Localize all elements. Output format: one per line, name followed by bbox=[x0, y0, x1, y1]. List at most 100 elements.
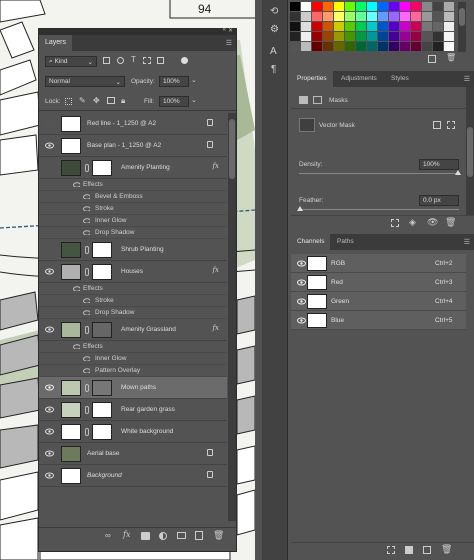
adjustment-layer-icon[interactable] bbox=[159, 532, 167, 540]
color-swatch[interactable] bbox=[367, 12, 377, 21]
lock-move-icon[interactable]: ✥ bbox=[93, 96, 100, 105]
eye-icon[interactable] bbox=[297, 298, 306, 305]
layer-mask-thumbnail[interactable] bbox=[92, 160, 112, 176]
color-swatch[interactable] bbox=[433, 22, 443, 31]
lock-transparent-icon[interactable] bbox=[65, 98, 72, 105]
color-swatch[interactable] bbox=[345, 22, 355, 31]
color-swatch[interactable] bbox=[378, 2, 388, 11]
eye-icon[interactable] bbox=[45, 268, 54, 275]
new-channel-icon[interactable] bbox=[423, 546, 431, 554]
eye-icon[interactable] bbox=[45, 450, 54, 457]
visibility-toggle[interactable] bbox=[45, 120, 53, 126]
layer-mask-thumbnail[interactable] bbox=[92, 322, 112, 338]
eye-icon[interactable] bbox=[45, 428, 54, 435]
opacity-input[interactable]: 100% bbox=[159, 76, 189, 87]
chevron-down-icon[interactable]: ⌄ bbox=[191, 76, 197, 84]
filter-smartobject-icon[interactable] bbox=[157, 57, 164, 64]
color-swatch[interactable] bbox=[433, 2, 443, 11]
channel-row-green[interactable]: Green Ctrl+4 bbox=[291, 292, 466, 311]
color-swatch[interactable] bbox=[444, 32, 454, 41]
tab-adjustments[interactable]: Adjustments bbox=[335, 71, 383, 87]
layer-name[interactable]: Rear garden grass bbox=[121, 406, 175, 413]
color-swatch[interactable] bbox=[389, 12, 399, 21]
layer-mask-thumbnail[interactable] bbox=[92, 424, 112, 440]
channel-row-red[interactable]: Red Ctrl+3 bbox=[291, 273, 466, 292]
color-swatch[interactable] bbox=[411, 32, 421, 41]
history-icon[interactable]: ⟲ bbox=[270, 6, 278, 17]
effect-row[interactable]: Pattern Overlay bbox=[39, 365, 227, 377]
new-swatch-icon[interactable] bbox=[428, 55, 436, 63]
filter-kind-select[interactable]: ⌕ Kind ⌄ bbox=[45, 56, 97, 67]
channel-row-blue[interactable]: Blue Ctrl+5 bbox=[291, 311, 466, 330]
color-swatch[interactable] bbox=[422, 2, 432, 11]
new-group-icon[interactable] bbox=[177, 532, 186, 539]
layer-mask-thumbnail[interactable] bbox=[92, 402, 112, 418]
lock-artboard-icon[interactable] bbox=[107, 97, 115, 104]
trash-icon[interactable]: 🗑︎ bbox=[213, 530, 224, 541]
paragraph-icon[interactable]: ¶ bbox=[271, 64, 276, 75]
lock-paint-icon[interactable]: ✎ bbox=[79, 96, 86, 105]
panel-menu-icon[interactable]: ☰ bbox=[464, 238, 470, 246]
close-icon[interactable]: ✕ bbox=[228, 27, 233, 34]
new-layer-icon[interactable] bbox=[195, 531, 203, 540]
color-swatch[interactable] bbox=[334, 32, 344, 41]
color-swatch[interactable] bbox=[411, 42, 421, 51]
eye-icon[interactable]: 👁︎ bbox=[427, 217, 438, 228]
color-swatch[interactable] bbox=[444, 22, 454, 31]
feather-input[interactable]: 0.0 px bbox=[419, 195, 459, 206]
trash-icon[interactable]: 🗑︎ bbox=[446, 53, 456, 62]
color-swatch[interactable] bbox=[444, 12, 454, 21]
filter-toggle-icon[interactable] bbox=[181, 57, 188, 64]
eye-icon[interactable] bbox=[297, 317, 306, 324]
properties-scrollbar[interactable] bbox=[466, 87, 474, 215]
eye-icon[interactable] bbox=[45, 142, 54, 149]
fx-icon[interactable]: fx bbox=[212, 266, 219, 274]
eye-icon[interactable] bbox=[45, 406, 54, 413]
panel-menu-icon[interactable]: ☰ bbox=[464, 75, 470, 83]
adjustments-sliders-icon[interactable]: ⚙︎ bbox=[270, 24, 279, 35]
color-swatch[interactable] bbox=[312, 2, 322, 11]
color-swatch[interactable] bbox=[367, 22, 377, 31]
layer-row[interactable]: Base plan - 1_1250 @ A2 bbox=[39, 135, 227, 157]
tab-properties[interactable]: Properties bbox=[291, 71, 333, 87]
color-swatch[interactable] bbox=[301, 32, 311, 41]
layer-name[interactable]: Background bbox=[87, 472, 122, 479]
scrollbar-thumb[interactable] bbox=[229, 119, 235, 179]
layer-name[interactable]: White background bbox=[121, 428, 173, 435]
color-swatch[interactable] bbox=[400, 12, 410, 21]
load-selection-icon[interactable] bbox=[391, 219, 399, 227]
color-swatch[interactable] bbox=[301, 2, 311, 11]
trash-icon[interactable]: 🗑︎ bbox=[445, 217, 456, 228]
effect-row[interactable]: Stroke bbox=[39, 295, 227, 307]
effect-row[interactable]: Drop Shadow bbox=[39, 307, 227, 319]
color-swatch[interactable] bbox=[323, 22, 333, 31]
color-swatch[interactable] bbox=[433, 12, 443, 21]
color-swatch[interactable] bbox=[334, 2, 344, 11]
visibility-toggle[interactable] bbox=[45, 246, 53, 252]
layer-name[interactable]: Houses bbox=[121, 268, 143, 275]
color-swatch[interactable] bbox=[312, 42, 322, 51]
color-swatch[interactable] bbox=[356, 22, 366, 31]
color-swatch[interactable] bbox=[422, 32, 432, 41]
color-swatch[interactable] bbox=[323, 2, 333, 11]
tab-layers[interactable]: Layers bbox=[39, 35, 73, 51]
chevron-down-icon[interactable]: ⌄ bbox=[191, 96, 197, 104]
layer-row[interactable]: Rear garden grass bbox=[39, 399, 227, 421]
fill-input[interactable]: 100% bbox=[159, 96, 189, 107]
color-swatch[interactable] bbox=[367, 32, 377, 41]
color-swatch[interactable] bbox=[356, 2, 366, 11]
color-swatch[interactable] bbox=[345, 2, 355, 11]
select-pixel-mask-icon[interactable] bbox=[433, 121, 441, 129]
color-swatch[interactable] bbox=[400, 32, 410, 41]
select-vector-mask-icon[interactable] bbox=[447, 121, 455, 129]
layer-row[interactable]: Aerial base bbox=[39, 443, 227, 465]
feather-slider-handle[interactable] bbox=[297, 206, 303, 211]
layer-row[interactable]: Shrub Planting bbox=[39, 239, 227, 261]
eye-icon[interactable] bbox=[45, 472, 54, 479]
pixel-mask-icon[interactable] bbox=[299, 96, 308, 104]
color-swatch[interactable] bbox=[444, 42, 454, 51]
color-swatch[interactable] bbox=[301, 42, 311, 51]
layer-name[interactable]: Base plan - 1_1250 @ A2 bbox=[87, 142, 161, 149]
color-swatch[interactable] bbox=[433, 32, 443, 41]
layer-name[interactable]: Mown paths bbox=[121, 384, 156, 391]
